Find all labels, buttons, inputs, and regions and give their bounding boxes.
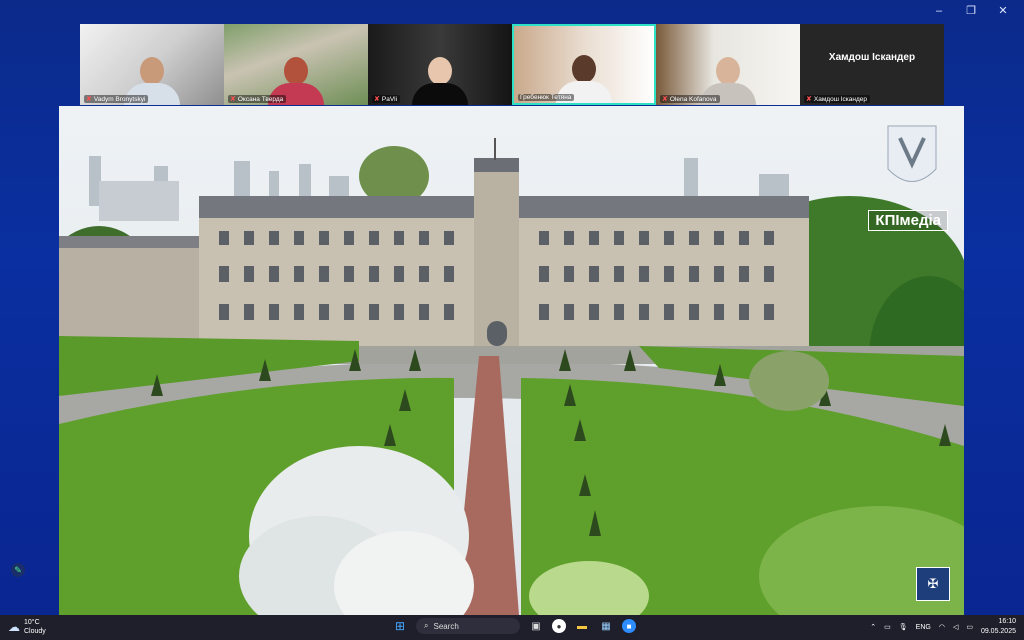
- participant-name-label: ✘ Olena Kofanova: [660, 95, 720, 103]
- mic-muted-icon: ✘: [806, 96, 812, 103]
- clock-date: 09.05.2025: [980, 628, 1016, 635]
- participant-display-name: Хамдош Іскандер: [828, 52, 916, 63]
- participant-video: [412, 57, 468, 105]
- weather-description: Cloudy: [24, 628, 46, 635]
- shared-video-stage[interactable]: КПІмедіа ✠: [59, 106, 964, 615]
- mic-muted-icon: ✘: [86, 96, 92, 103]
- minimize-button[interactable]: –: [926, 4, 952, 18]
- close-button[interactable]: ✕: [990, 4, 1016, 18]
- clock-time: 16:10: [998, 618, 1016, 625]
- participant-name-label: Гребенюк Тетяна: [518, 94, 575, 101]
- edit-icon[interactable]: ✎: [11, 563, 25, 577]
- weather-temperature: 10°C: [24, 619, 40, 626]
- task-view-icon[interactable]: ▣: [528, 618, 544, 634]
- window-controls: – ❐ ✕: [926, 4, 1016, 18]
- participant-name-label: ✘ PaVli: [372, 95, 401, 103]
- participant-name-label: ✘ Хамдош Іскандер: [804, 95, 870, 103]
- battery-icon[interactable]: ▭: [966, 623, 973, 631]
- mic-muted-icon: ✘: [662, 96, 668, 103]
- kpi-media-watermark: КПІмедіа: [868, 210, 948, 231]
- zoom-app-icon[interactable]: ■: [622, 619, 636, 633]
- participant-name-label: ✘ Оксана Тверда: [228, 95, 287, 103]
- participant-name-label: ✘ Vadym Bronytskyi: [84, 95, 149, 103]
- search-placeholder: Search: [433, 621, 459, 631]
- microphone-icon[interactable]: 🎙: [899, 623, 908, 631]
- participant-tile[interactable]: ✘ Vadym Bronytskyi: [80, 24, 224, 105]
- windows-taskbar: ☁ 10°C Cloudy ⊞ ⌕ Search ▣ ● ▬ ▦ ■ ⌃ ▭ 🎙…: [0, 615, 1024, 640]
- language-indicator[interactable]: ENG: [916, 624, 931, 631]
- start-button[interactable]: ⊞: [392, 618, 408, 634]
- search-icon: ⌕: [424, 621, 429, 630]
- campus-aerial-image: [59, 106, 964, 615]
- participant-tile[interactable]: ✘ PaVli: [368, 24, 512, 105]
- volume-icon[interactable]: ◁: [953, 623, 958, 631]
- cloud-icon: ☁: [8, 620, 20, 634]
- participant-tile[interactable]: ✘ Olena Kofanova: [656, 24, 800, 105]
- taskbar-search[interactable]: ⌕ Search: [416, 618, 520, 634]
- weather-widget[interactable]: ☁ 10°C Cloudy: [8, 618, 46, 636]
- chat-app-icon[interactable]: ●: [552, 619, 566, 633]
- mic-muted-icon: ✘: [374, 96, 380, 103]
- system-clock[interactable]: 16:10 09.05.2025: [981, 617, 1016, 637]
- channel-logo-icon: ✠: [916, 567, 950, 601]
- restore-button[interactable]: ❐: [958, 4, 984, 18]
- participant-tile[interactable]: ✘ Оксана Тверда: [224, 24, 368, 105]
- participant-tile-no-video[interactable]: Хамдош Іскандер ✘ Хамдош Іскандер: [800, 24, 944, 105]
- wifi-icon[interactable]: ◠: [939, 623, 945, 631]
- camera-icon[interactable]: ▭: [884, 623, 891, 631]
- mic-muted-icon: ✘: [230, 96, 236, 103]
- participant-tile-active[interactable]: Гребенюк Тетяна: [512, 24, 656, 105]
- taskbar-apps: ⊞ ⌕ Search ▣ ● ▬ ▦ ■: [392, 618, 636, 634]
- chevron-up-icon[interactable]: ⌃: [870, 623, 876, 631]
- participants-strip: ✘ Vadym Bronytskyi ✘ Оксана Тверда ✘ PaVli …: [80, 24, 944, 105]
- kpi-crest-icon: [887, 125, 937, 182]
- store-icon[interactable]: ▦: [598, 618, 614, 634]
- system-tray: ⌃ ▭ 🎙 ENG ◠ ◁ ▭ 16:10 09.05.2025: [870, 617, 1016, 637]
- file-explorer-icon[interactable]: ▬: [574, 618, 590, 634]
